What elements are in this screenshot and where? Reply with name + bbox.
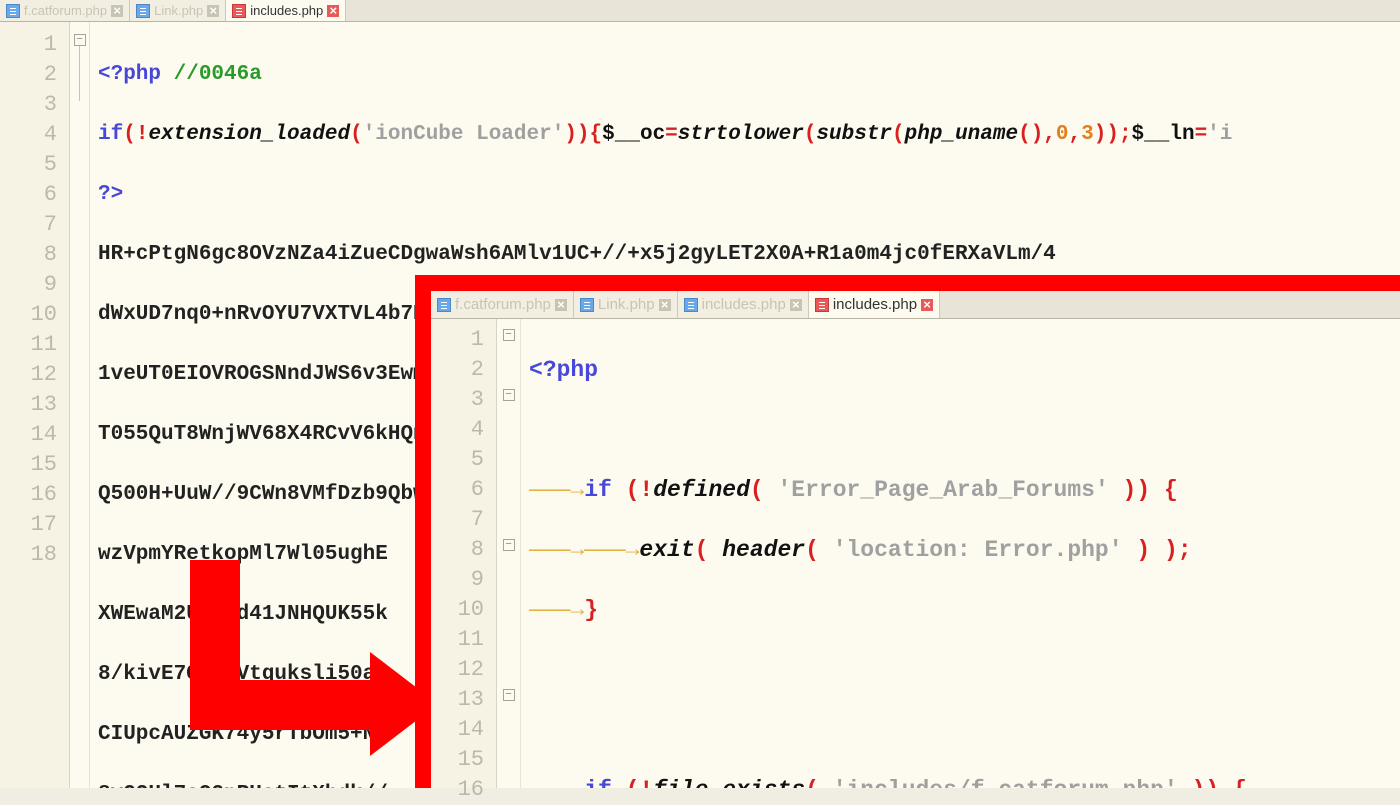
code-line	[529, 415, 1394, 445]
inner-editor: 1 2 3 4 5 6 7 8 9 10 11 12 13 14 15 16 −…	[431, 319, 1400, 788]
file-icon	[6, 4, 20, 18]
file-unsaved-icon	[232, 4, 246, 18]
line-number: 16	[435, 775, 484, 805]
line-number: 7	[435, 505, 484, 535]
close-icon[interactable]: ×	[327, 5, 339, 17]
fold-gutter: − − − −	[497, 319, 521, 788]
line-number: 9	[435, 565, 484, 595]
line-number: 13	[435, 685, 484, 715]
fold-line	[79, 46, 80, 101]
file-unsaved-icon	[815, 298, 829, 312]
close-icon[interactable]: ×	[555, 299, 567, 311]
tab-link[interactable]: Link.php ×	[130, 0, 226, 21]
line-number: 11	[4, 330, 57, 360]
line-number: 5	[435, 445, 484, 475]
line-number: 7	[4, 210, 57, 240]
close-icon[interactable]: ×	[659, 299, 671, 311]
tab-label: Link.php	[154, 3, 203, 18]
close-icon[interactable]: ×	[921, 299, 933, 311]
line-number: 2	[4, 60, 57, 90]
line-number: 4	[435, 415, 484, 445]
line-number: 2	[435, 355, 484, 385]
code-line: ———→———→exit( header( 'location: Error.p…	[529, 535, 1394, 565]
code-line: ———→if (!defined( 'Error_Page_Arab_Forum…	[529, 475, 1394, 505]
code-line: ———→}	[529, 595, 1394, 625]
file-icon	[136, 4, 150, 18]
line-number: 6	[435, 475, 484, 505]
file-icon	[437, 298, 451, 312]
tab-catforum[interactable]: f.catforum.php ×	[431, 291, 574, 318]
fold-toggle[interactable]: −	[74, 34, 86, 46]
line-number: 14	[435, 715, 484, 745]
code-line: <?php //0046a	[98, 60, 1392, 90]
line-number: 16	[4, 480, 57, 510]
tab-catforum[interactable]: f.catforum.php ×	[0, 0, 130, 21]
line-number-gutter: 1 2 3 4 5 6 7 8 9 10 11 12 13 14 15 16 1…	[0, 22, 70, 788]
line-number: 13	[4, 390, 57, 420]
line-number: 18	[4, 540, 57, 570]
line-number: 8	[4, 240, 57, 270]
fold-toggle[interactable]: −	[503, 689, 515, 701]
line-number: 3	[4, 90, 57, 120]
line-number: 3	[435, 385, 484, 415]
code-area[interactable]: <?php ———→if (!defined( 'Error_Page_Arab…	[521, 319, 1400, 788]
tab-link[interactable]: Link.php ×	[574, 291, 678, 318]
line-number: 10	[4, 300, 57, 330]
code-line: HR+cPtgN6gc8OVzNZa4iZueCDgwaWsh6AMlv1UC+…	[98, 240, 1392, 270]
code-line: if(!extension_loaded('ionCube Loader')){…	[98, 120, 1392, 150]
line-number: 10	[435, 595, 484, 625]
line-number: 5	[4, 150, 57, 180]
code-line	[529, 715, 1394, 745]
tab-label: includes.php	[702, 296, 786, 313]
tab-label: f.catforum.php	[24, 3, 107, 18]
tab-label: includes.php	[833, 296, 917, 313]
line-number: 11	[435, 625, 484, 655]
tab-label: Link.php	[598, 296, 655, 313]
tab-includes-unsaved[interactable]: includes.php ×	[809, 291, 940, 318]
code-line: <?php	[529, 355, 1394, 385]
line-number: 12	[435, 655, 484, 685]
tab-includes[interactable]: includes.php ×	[226, 0, 346, 21]
line-number: 17	[4, 510, 57, 540]
line-number-gutter: 1 2 3 4 5 6 7 8 9 10 11 12 13 14 15 16	[431, 319, 497, 788]
close-icon[interactable]: ×	[790, 299, 802, 311]
outer-tab-bar: f.catforum.php × Link.php × includes.php…	[0, 0, 1400, 22]
file-icon	[580, 298, 594, 312]
line-number: 6	[4, 180, 57, 210]
line-number: 8	[435, 535, 484, 565]
fold-gutter: −	[70, 22, 90, 788]
tab-includes-saved[interactable]: includes.php ×	[678, 291, 809, 318]
line-number: 14	[4, 420, 57, 450]
inner-editor-panel: f.catforum.php × Link.php × includes.php…	[415, 275, 1400, 788]
tab-label: f.catforum.php	[455, 296, 551, 313]
fold-toggle[interactable]: −	[503, 329, 515, 341]
fold-toggle[interactable]: −	[503, 539, 515, 551]
code-line: ———→if (!file_exists( 'includes/f.catfor…	[529, 775, 1394, 788]
line-number: 1	[435, 325, 484, 355]
line-number: 15	[4, 450, 57, 480]
inner-tab-bar: f.catforum.php × Link.php × includes.php…	[431, 291, 1400, 319]
code-line	[529, 655, 1394, 685]
close-icon[interactable]: ×	[207, 5, 219, 17]
line-number: 4	[4, 120, 57, 150]
code-line: ?>	[98, 180, 1392, 210]
line-number: 15	[435, 745, 484, 775]
close-icon[interactable]: ×	[111, 5, 123, 17]
line-number: 12	[4, 360, 57, 390]
file-icon	[684, 298, 698, 312]
tab-label: includes.php	[250, 3, 323, 18]
fold-toggle[interactable]: −	[503, 389, 515, 401]
line-number: 1	[4, 30, 57, 60]
line-number: 9	[4, 270, 57, 300]
